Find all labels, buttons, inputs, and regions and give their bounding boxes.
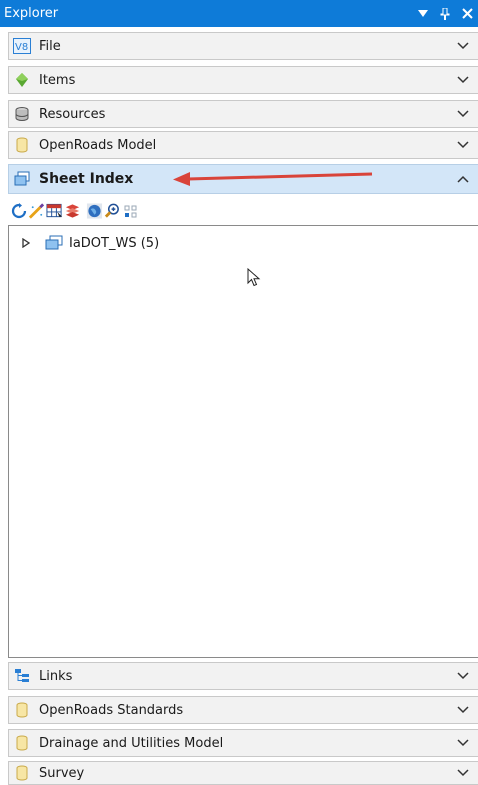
section-drainage-utilities-model[interactable]: Drainage and Utilities Model	[8, 729, 478, 757]
chevron-down-icon[interactable]	[448, 769, 478, 777]
globe-icon[interactable]	[86, 201, 103, 221]
v8-file-icon: V8	[13, 37, 31, 55]
chevron-down-icon[interactable]	[448, 706, 478, 714]
cylinder-standards-icon	[13, 701, 31, 719]
section-items[interactable]: Items	[8, 66, 478, 94]
pin-icon	[440, 7, 450, 20]
section-label: Survey	[39, 765, 85, 781]
section-label: Links	[39, 668, 73, 684]
expand-triangle-icon[interactable]	[19, 238, 33, 248]
sheet-index-toolbar	[8, 197, 478, 225]
sheet-index-icon	[13, 170, 31, 188]
section-file[interactable]: V8 File	[8, 32, 478, 60]
database-resources-icon	[13, 105, 31, 123]
chevron-down-icon[interactable]	[448, 76, 478, 84]
dropdown-arrow-icon	[418, 10, 428, 17]
window-title: Explorer	[4, 6, 59, 21]
layers-icon[interactable]	[64, 201, 81, 221]
edit-wand-icon[interactable]	[28, 201, 45, 221]
section-openroads-model[interactable]: OpenRoads Model	[8, 131, 478, 159]
chevron-down-icon[interactable]	[448, 739, 478, 747]
green-diamond-items-icon	[13, 71, 31, 89]
tree-item-label: IaDOT_WS (5)	[69, 235, 160, 251]
section-label: Items	[39, 72, 76, 88]
explorer-titlebar: Explorer	[0, 0, 478, 27]
svg-text:V8: V8	[15, 42, 28, 53]
chevron-down-icon[interactable]	[448, 42, 478, 50]
tree-item[interactable]: IaDOT_WS (5)	[9, 232, 159, 254]
refresh-icon[interactable]	[10, 201, 27, 221]
chevron-up-icon[interactable]	[448, 175, 478, 183]
zoom-icon[interactable]	[104, 201, 121, 221]
table-grid-icon[interactable]	[46, 201, 63, 221]
pin-button[interactable]	[434, 4, 456, 24]
links-tree-icon	[13, 667, 31, 685]
section-survey[interactable]: Survey	[8, 761, 478, 785]
annotation-arrow	[173, 172, 373, 186]
cylinder-model-icon	[13, 136, 31, 154]
section-openroads-standards[interactable]: OpenRoads Standards	[8, 696, 478, 724]
dropdown-menu-button[interactable]	[412, 4, 434, 24]
close-icon	[461, 8, 473, 19]
section-resources[interactable]: Resources	[8, 100, 478, 128]
cylinder-survey-icon	[13, 764, 31, 782]
sheet-index-icon	[45, 235, 63, 251]
chevron-down-icon[interactable]	[448, 672, 478, 680]
section-label: Drainage and Utilities Model	[39, 735, 224, 751]
chevron-down-icon[interactable]	[448, 110, 478, 118]
close-button[interactable]	[456, 4, 478, 24]
dots-grid-icon[interactable]	[122, 201, 139, 221]
sheet-index-tree: IaDOT_WS (5)	[8, 225, 478, 658]
section-label: OpenRoads Model	[39, 137, 157, 153]
chevron-down-icon[interactable]	[448, 141, 478, 149]
section-links[interactable]: Links	[8, 662, 478, 690]
section-label: File	[39, 38, 61, 54]
section-label: Resources	[39, 106, 106, 122]
mouse-cursor-icon	[247, 268, 261, 287]
cylinder-drainage-icon	[13, 734, 31, 752]
section-label: OpenRoads Standards	[39, 702, 184, 718]
